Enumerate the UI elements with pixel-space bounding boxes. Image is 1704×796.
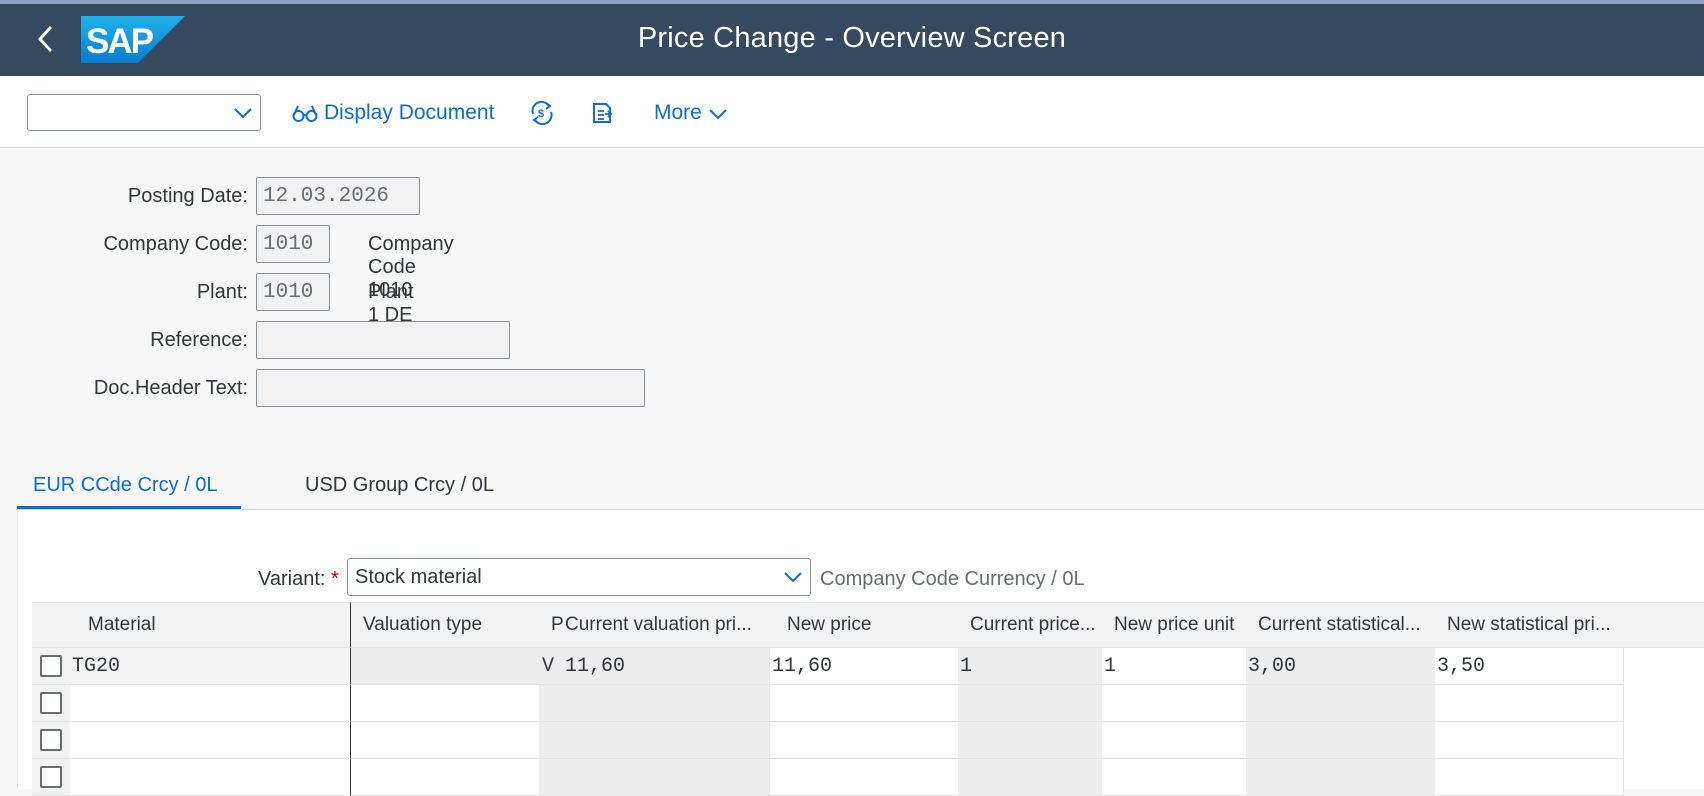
table-cell-new-statistical-price[interactable]: [1435, 722, 1624, 759]
table-cell-new-price[interactable]: [769, 759, 958, 796]
svg-text:$: $: [538, 108, 544, 120]
table-cell-current-valuation-price: 11,60: [563, 648, 769, 685]
table-cell-new-price-unit[interactable]: [1102, 759, 1246, 796]
table-cell-new-price-unit[interactable]: [1102, 685, 1246, 722]
more-button[interactable]: More: [654, 95, 729, 131]
toolbar-dropdown[interactable]: [27, 94, 261, 131]
company-code-label: Company Code:: [103, 232, 248, 255]
row-selector[interactable]: [32, 722, 70, 759]
table-cell-material[interactable]: [70, 759, 350, 796]
table-cell-new-price[interactable]: [769, 685, 958, 722]
table-cell-material[interactable]: [70, 685, 350, 722]
company-code-row: Company Code: 1010 Company Code 1010: [0, 225, 454, 301]
variant-select[interactable]: Stock material: [347, 558, 811, 596]
doc-header-text-field[interactable]: [256, 369, 645, 407]
table-cell-p: V: [539, 648, 563, 685]
display-document-label: Display Document: [324, 101, 495, 124]
table-cell-valuation-type[interactable]: [350, 722, 539, 759]
reference-field[interactable]: [256, 321, 510, 359]
export-document-button[interactable]: [591, 95, 615, 131]
table-cell-current-price-unit: [958, 685, 1102, 722]
chevron-down-icon: [234, 108, 252, 119]
plant-row: Plant: 1010 Plant 1 DE: [0, 273, 414, 326]
variant-label: Variant: *: [258, 568, 339, 590]
posting-date-field[interactable]: 12.03.2026: [256, 177, 420, 215]
column-header-new-price-unit[interactable]: New price unit: [1102, 602, 1246, 648]
table-cell-p: [539, 722, 563, 759]
reference-row: Reference:: [0, 321, 510, 359]
table-cell-current-price-unit: [958, 759, 1102, 796]
table-cell-valuation-type: [350, 648, 539, 685]
table-cell-current-valuation-price: [563, 759, 769, 796]
currency-exchange-icon: $: [531, 100, 553, 126]
table-cell-new-price[interactable]: [769, 722, 958, 759]
column-header-valuation-type[interactable]: Valuation type: [350, 602, 539, 648]
price-change-table: Material Valuation type P Current valuat…: [32, 602, 1704, 796]
table-cell-new-statistical-price[interactable]: [1435, 685, 1624, 722]
row-selector[interactable]: [32, 648, 70, 685]
variant-value: Stock material: [355, 565, 482, 588]
posting-date-label: Posting Date:: [127, 184, 248, 207]
document-export-icon: [593, 103, 613, 123]
row-checkbox[interactable]: [40, 729, 62, 751]
tab-panel: Variant: * Stock material Company Code C…: [17, 509, 1704, 796]
column-header-new-price[interactable]: New price: [769, 602, 958, 648]
column-header-p[interactable]: P: [539, 602, 563, 648]
table-cell-new-statistical-price[interactable]: [1435, 759, 1624, 796]
select-all-header[interactable]: [32, 602, 70, 648]
row-checkbox[interactable]: [40, 692, 62, 714]
chevron-down-icon: [709, 109, 727, 120]
table-cell-current-statistical-price: [1246, 759, 1435, 796]
row-checkbox[interactable]: [40, 655, 62, 677]
row-selector[interactable]: [32, 759, 70, 796]
company-code-field[interactable]: 1010: [256, 225, 330, 263]
table-cell-current-statistical-price: [1246, 685, 1435, 722]
main-content: Posting Date: 12.03.2026 Company Code: 1…: [0, 148, 1704, 796]
table-cell-new-price-unit[interactable]: 1: [1102, 648, 1246, 685]
reference-label: Reference:: [150, 328, 248, 351]
table-cell-current-statistical-price: 3,00: [1246, 648, 1435, 685]
table-cell-valuation-type[interactable]: [350, 685, 539, 722]
plant-field[interactable]: 1010: [256, 273, 330, 311]
table-cell-current-price-unit: [958, 722, 1102, 759]
required-marker: *: [331, 568, 339, 590]
doc-header-text-label: Doc.Header Text:: [93, 376, 248, 399]
table-cell-material[interactable]: [70, 722, 350, 759]
shell-bar: SAP Price Change - Overview Screen: [0, 4, 1704, 76]
row-selector[interactable]: [32, 685, 70, 722]
table-cell-new-statistical-price[interactable]: 3,50: [1435, 648, 1624, 685]
table-cell-current-valuation-price: [563, 685, 769, 722]
table-cell-current-valuation-price: [563, 722, 769, 759]
table-cell-p: [539, 759, 563, 796]
column-header-current-statistical-price[interactable]: Current statistical...: [1246, 602, 1435, 648]
column-header-new-statistical-price[interactable]: New statistical pri...: [1435, 602, 1624, 648]
table-cell-p: [539, 685, 563, 722]
page-title: Price Change - Overview Screen: [637, 22, 1067, 54]
tab-eur-ccde-crcy[interactable]: EUR CCde Crcy / 0L: [33, 474, 218, 510]
glasses-icon: [292, 105, 318, 122]
variant-description: Company Code Currency / 0L: [820, 568, 1085, 590]
table-cell-current-price-unit: 1: [958, 648, 1102, 685]
currency-exchange-button[interactable]: $: [529, 95, 555, 131]
chevron-down-icon: [784, 572, 802, 583]
column-header-current-valuation-price[interactable]: Current valuation pri...: [563, 602, 769, 648]
more-label: More: [654, 101, 702, 124]
display-document-button[interactable]: Display Document: [292, 95, 494, 131]
column-header-current-price-unit[interactable]: Current price...: [958, 602, 1102, 648]
table-cell-current-statistical-price: [1246, 722, 1435, 759]
column-header-material[interactable]: Material: [70, 602, 350, 648]
column-header-filler: [1624, 602, 1704, 648]
plant-label: Plant:: [196, 280, 248, 303]
table-cell-material[interactable]: TG20: [70, 648, 350, 685]
doc-header-text-row: Doc.Header Text:: [0, 369, 645, 407]
table-cell-new-price[interactable]: 11,60: [769, 648, 958, 685]
row-checkbox[interactable]: [40, 766, 62, 788]
table-cell-valuation-type[interactable]: [350, 759, 539, 796]
posting-date-row: Posting Date: 12.03.2026: [0, 177, 420, 215]
tab-usd-group-crcy[interactable]: USD Group Crcy / 0L: [305, 474, 494, 510]
table-cell-new-price-unit[interactable]: [1102, 722, 1246, 759]
application-toolbar: Display Document $ More: [0, 76, 1704, 148]
